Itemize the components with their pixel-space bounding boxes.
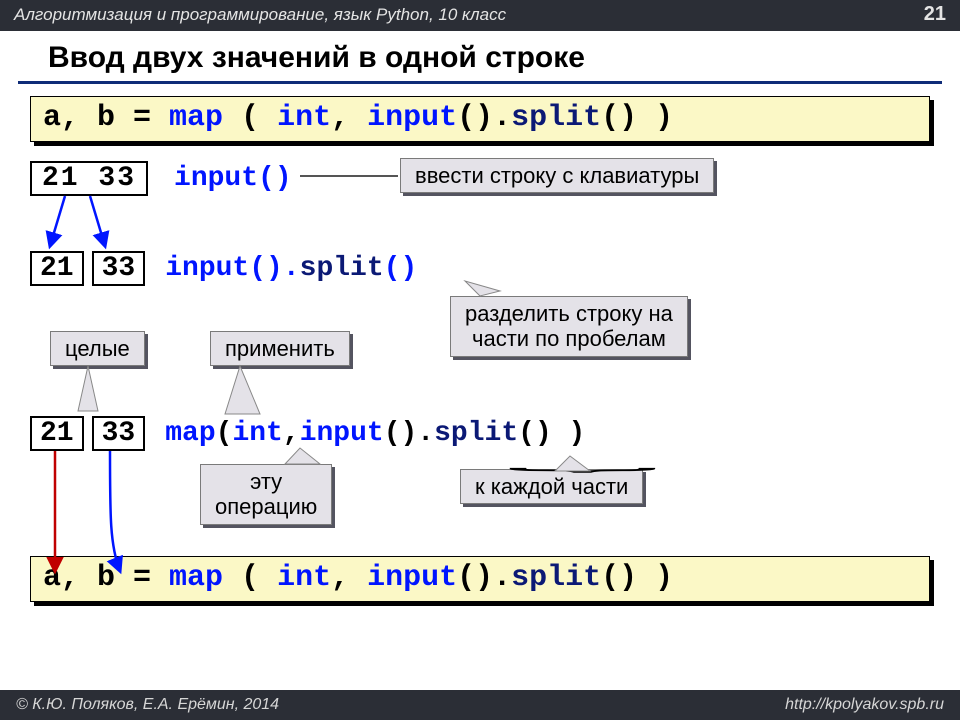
- kw-split3: split: [434, 418, 518, 449]
- header-bar: Алгоритмизация и программирование, язык …: [0, 0, 960, 31]
- callout-input: ввести строку с клавиатуры: [400, 158, 714, 193]
- kw-int: int: [277, 101, 331, 135]
- e3-comma: ,: [283, 418, 300, 449]
- course-title: Алгоритмизация и программирование, язык …: [14, 5, 506, 25]
- code-comma: ,: [331, 101, 367, 135]
- e3-tail: () ): [518, 418, 585, 449]
- code-lhs-b: a, b =: [43, 561, 169, 595]
- kw-int-b: int: [277, 561, 331, 595]
- sample-right-1: 33: [92, 251, 146, 286]
- kw-input-b: input: [367, 561, 457, 595]
- sample-joined: 21 33: [30, 161, 148, 196]
- code-paren: (: [223, 101, 277, 135]
- callout-whole: целые: [50, 331, 145, 366]
- kw-map: map: [169, 101, 223, 135]
- callout-op: этуоперацию: [200, 464, 332, 525]
- code-call: ().: [457, 101, 511, 135]
- step-map: 21 33 map ( int, input().split() ): [30, 416, 585, 451]
- content-area: a, b = map ( int, input().split() ) 21 3…: [0, 96, 960, 676]
- page-number: 21: [924, 3, 946, 26]
- e3-paren: (: [216, 418, 233, 449]
- callout-apply: применить: [210, 331, 350, 366]
- expr-input: input(): [174, 163, 292, 194]
- kw-split: split: [511, 101, 601, 135]
- footer-left: © К.Ю. Поляков, Е.А. Ерёмин, 2014: [16, 696, 279, 714]
- code-tail-b: () ): [601, 561, 673, 595]
- code-summary-top: a, b = map ( int, input().split() ): [30, 96, 930, 142]
- kw-split-b: split: [511, 561, 601, 595]
- slide-title: Ввод двух значений в одной строке: [18, 31, 942, 84]
- code-tail: () ): [601, 101, 673, 135]
- callout-each: к каждой части: [460, 469, 643, 504]
- code-comma-b: ,: [331, 561, 367, 595]
- kw-input3: input: [300, 418, 384, 449]
- step-split: 21 33 input().split(): [30, 251, 417, 286]
- expr-split: split: [300, 253, 384, 284]
- kw-input: input: [367, 101, 457, 135]
- kw-map-b: map: [169, 561, 223, 595]
- code-call-b: ().: [457, 561, 511, 595]
- brace-icon: ⏟: [507, 448, 658, 472]
- step-input: 21 33 input(): [30, 161, 292, 196]
- kw-int2: int: [232, 418, 282, 449]
- expr-paren: (): [384, 253, 418, 284]
- footer-bar: © К.Ю. Поляков, Е.А. Ерёмин, 2014 http:/…: [0, 690, 960, 720]
- e3-dot: ().: [384, 418, 434, 449]
- kw-map2: map: [165, 418, 215, 449]
- footer-right: http://kpolyakov.spb.ru: [785, 696, 944, 714]
- expr-input2: input().: [165, 253, 299, 284]
- sample-left-2: 21: [30, 416, 84, 451]
- code-paren-b: (: [223, 561, 277, 595]
- code-lhs: a, b =: [43, 101, 169, 135]
- callout-split: разделить строку начасти по пробелам: [450, 296, 688, 357]
- code-summary-bottom: a, b = map ( int, input().split() ): [30, 556, 930, 602]
- sample-right-2: 33: [92, 416, 146, 451]
- sample-left-1: 21: [30, 251, 84, 286]
